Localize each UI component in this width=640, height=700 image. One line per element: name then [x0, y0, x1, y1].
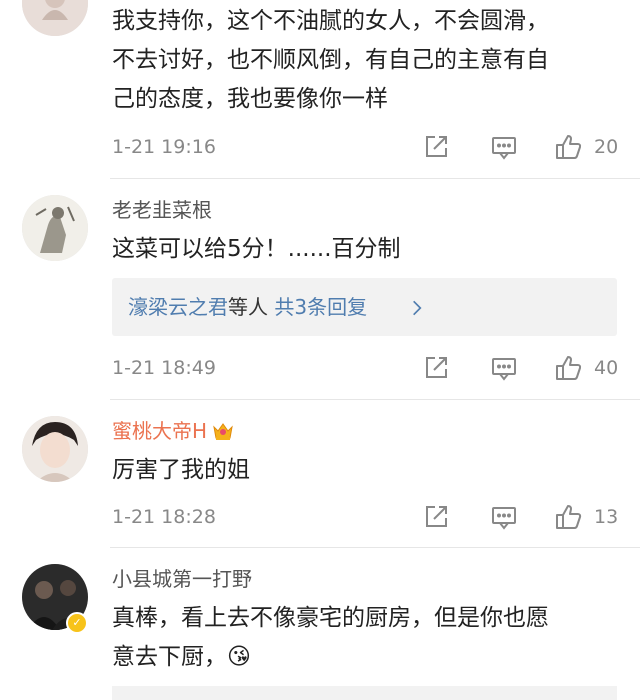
username[interactable]: 蜜桃大帝H: [112, 418, 235, 444]
comment-text: 我支持你，这个不油腻的女人，不会圆滑， 不去讨好，也不顺风倒，有自己的主意有自 …: [112, 2, 617, 119]
thumbs-up-icon[interactable]: [555, 503, 585, 531]
avatar[interactable]: [22, 0, 88, 36]
like-count: 40: [594, 357, 619, 379]
reply-count: 共3条回复: [274, 295, 368, 319]
comment-text-line: 真棒，看上去不像豪宅的厨房，但是你也愿: [112, 605, 549, 631]
comment-time: 1-21 18:28: [112, 506, 216, 528]
comment-time: 1-21 18:49: [112, 357, 216, 379]
thumbs-up-icon[interactable]: [555, 133, 585, 161]
comment-item: 我支持你，这个不油腻的女人，不会圆滑， 不去讨好，也不顺风倒，有自己的主意有自 …: [0, 0, 640, 178]
comment-item: 老老韭菜根 这菜可以给5分！......百分制 濠梁云之君等人 共3条回复 1-…: [0, 179, 640, 399]
thumbs-up-icon[interactable]: [555, 354, 585, 382]
replies-preview[interactable]: 濠梁云之君等人 共3条回复: [112, 278, 617, 336]
avatar[interactable]: [22, 416, 88, 482]
comment-meta: 1-21 19:16 20: [112, 132, 622, 162]
username-text: 蜜桃大帝H: [112, 419, 208, 443]
replies-preview[interactable]: [112, 686, 617, 700]
replies-preview-text: 濠梁云之君等人 共3条回复: [128, 293, 367, 321]
crown-badge-icon: [211, 419, 235, 441]
comment-item: 蜜桃大帝H 厉害了我的姐 1-21 18:28 13: [0, 400, 640, 547]
avatar[interactable]: [22, 195, 88, 261]
comment-icon[interactable]: [490, 133, 520, 161]
chevron-right-icon: [412, 293, 422, 321]
comment-text-line: 我支持你，这个不油腻的女人，不会圆滑，: [112, 8, 549, 34]
share-icon[interactable]: [422, 133, 452, 161]
comment-text: 真棒，看上去不像豪宅的厨房，但是你也愿 意去下厨，😘: [112, 599, 617, 677]
share-icon[interactable]: [422, 354, 452, 382]
comment-text-line: 意去下厨，😘: [112, 644, 251, 670]
like-count: 20: [594, 136, 619, 158]
share-icon[interactable]: [422, 503, 452, 531]
reply-author[interactable]: 濠梁云之君: [128, 295, 228, 319]
comment-text-line: 不去讨好，也不顺风倒，有自己的主意有自: [112, 47, 549, 73]
comment-text: 厉害了我的姐: [112, 457, 250, 483]
comment-text-line: 己的态度，我也要像你一样: [112, 86, 388, 112]
comment-icon[interactable]: [490, 503, 520, 531]
username[interactable]: 小县城第一打野: [112, 566, 252, 592]
comment-icon[interactable]: [490, 354, 520, 382]
like-count: 13: [594, 506, 619, 528]
comment-time: 1-21 19:16: [112, 136, 216, 158]
comment-meta: 1-21 18:49 40: [112, 353, 622, 383]
comment-item: 小县城第一打野 真棒，看上去不像豪宅的厨房，但是你也愿 意去下厨，😘: [0, 548, 640, 700]
reply-suffix: 等人: [228, 295, 268, 319]
verified-badge-icon: ✓: [66, 612, 88, 634]
comment-meta: 1-21 18:28 13: [112, 502, 622, 532]
comment-text: 这菜可以给5分！......百分制: [112, 236, 401, 262]
username[interactable]: 老老韭菜根: [112, 197, 212, 223]
